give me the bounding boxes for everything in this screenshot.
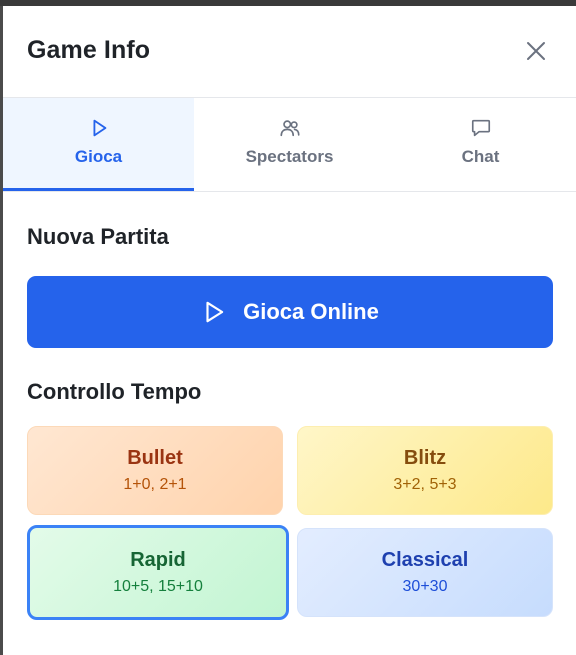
time-control-values: 30+30 xyxy=(402,578,448,595)
tab-bar: Gioca Spectators Chat xyxy=(3,98,576,192)
new-game-heading: Nuova Partita xyxy=(27,224,169,249)
time-control-values: 1+0, 2+1 xyxy=(123,476,187,493)
tab-label: Chat xyxy=(461,147,500,166)
tab-gioca[interactable]: Gioca xyxy=(3,98,194,191)
time-control-name: Classical xyxy=(381,549,469,571)
time-control-name: Bullet xyxy=(127,447,183,469)
panel-title: Game Info xyxy=(27,36,151,64)
close-button[interactable] xyxy=(524,39,548,63)
users-icon xyxy=(279,120,300,137)
tab-label: Spectators xyxy=(245,147,334,166)
time-control-values: 10+5, 15+10 xyxy=(113,578,203,595)
time-control-bullet[interactable]: Bullet 1+0, 2+1 xyxy=(27,426,283,515)
time-control-name: Blitz xyxy=(403,447,447,469)
time-control-classical[interactable]: Classical 30+30 xyxy=(297,528,553,617)
game-info-panel: Game Info Gioca Spectators Chat Nuova Pa… xyxy=(0,0,576,655)
chat-bubble-icon xyxy=(471,119,490,137)
time-control-rapid[interactable]: Rapid 10+5, 15+10 xyxy=(27,525,289,620)
time-control-name: Rapid xyxy=(130,549,186,571)
close-icon xyxy=(527,42,545,60)
play-online-button[interactable]: Gioca Online xyxy=(27,276,553,348)
time-control-heading: Controllo Tempo xyxy=(27,379,202,404)
time-control-blitz[interactable]: Blitz 3+2, 5+3 xyxy=(297,426,553,515)
time-control-values: 3+2, 5+3 xyxy=(393,476,457,493)
tab-chat[interactable]: Chat xyxy=(385,98,576,191)
play-icon xyxy=(206,301,224,323)
tab-spectators[interactable]: Spectators xyxy=(194,98,385,191)
panel-header: Game Info xyxy=(3,6,576,98)
play-icon xyxy=(93,119,106,137)
tab-label: Gioca xyxy=(74,147,123,166)
play-online-label: Gioca Online xyxy=(243,299,379,324)
